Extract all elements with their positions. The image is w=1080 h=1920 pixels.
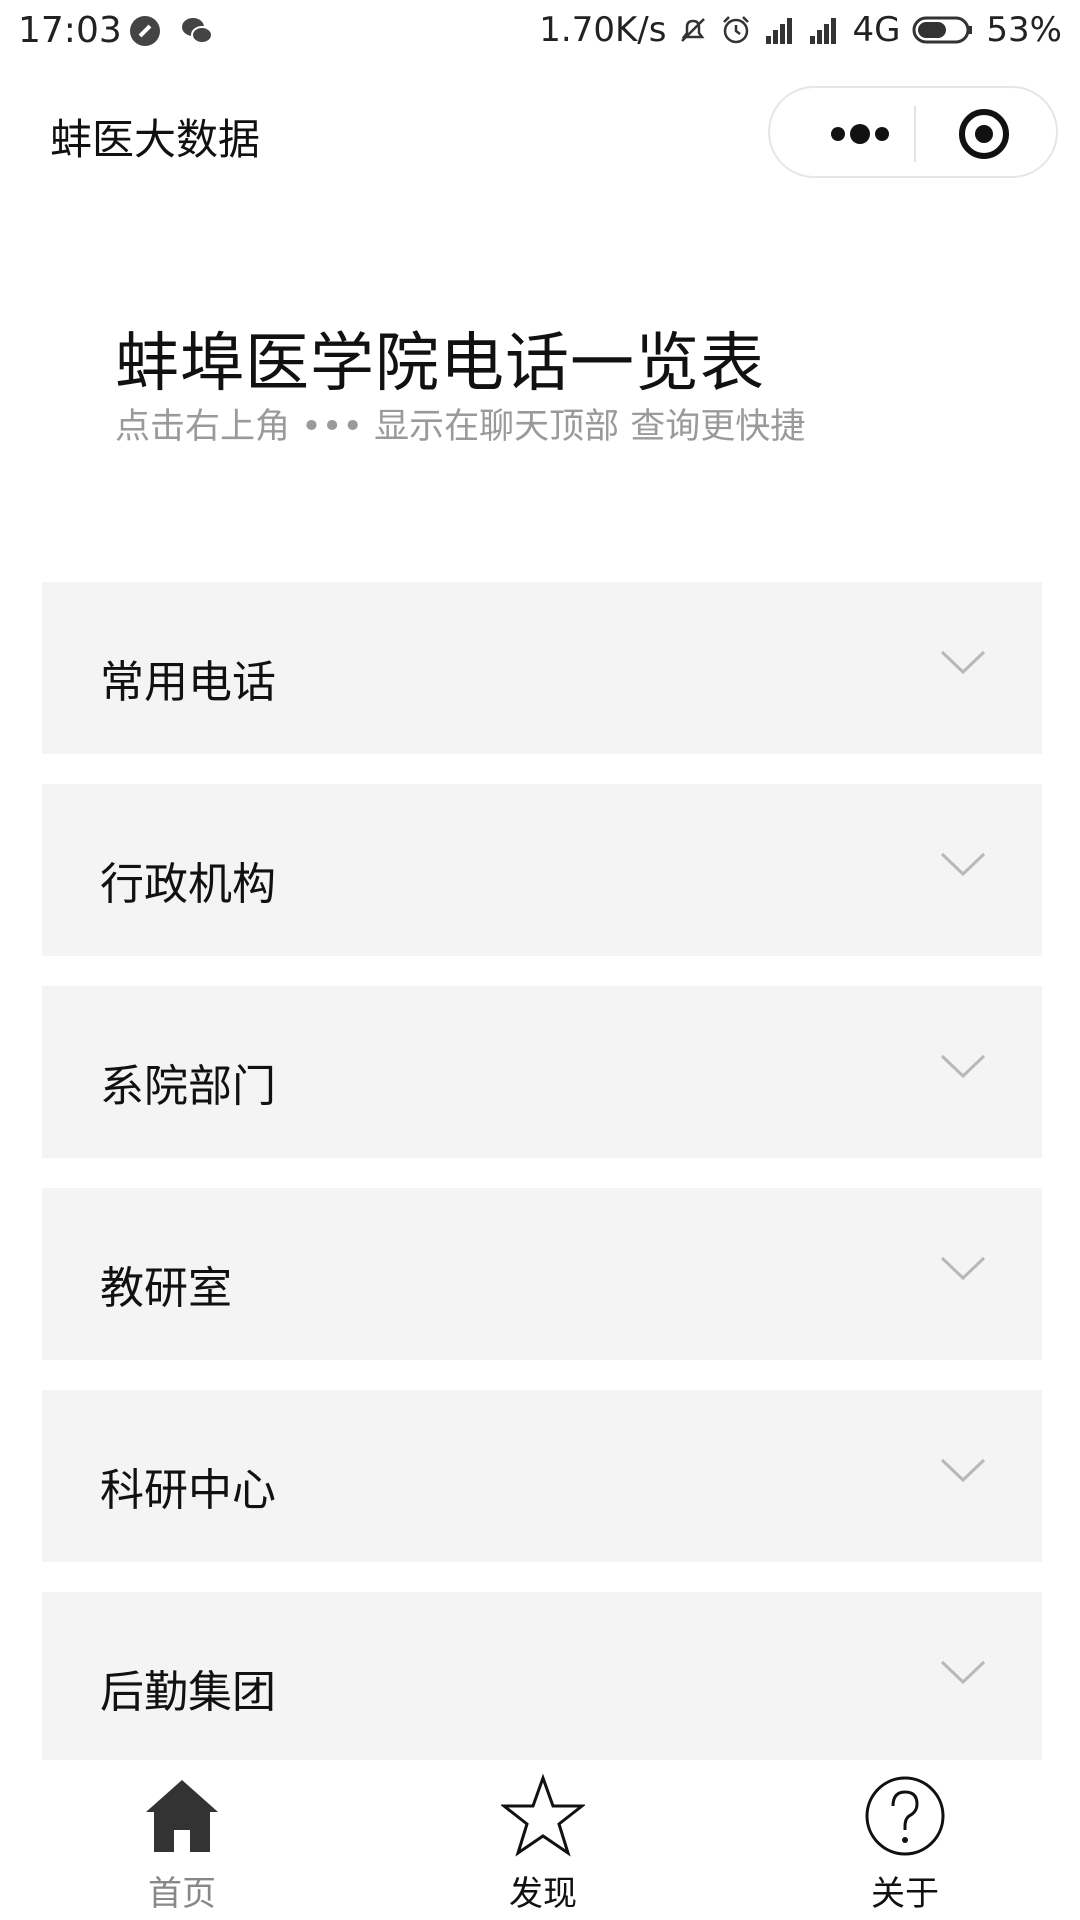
home-icon	[146, 1780, 218, 1852]
close-target-icon[interactable]	[956, 106, 1012, 162]
signal-icon	[766, 18, 793, 44]
tab-label: 首页	[148, 1874, 216, 1914]
more-dots-icon[interactable]	[810, 106, 910, 162]
capsule-divider	[914, 106, 916, 162]
network-type: 4G	[852, 10, 901, 50]
chevron-down-icon	[940, 1458, 986, 1483]
status-time: 17:03	[18, 10, 122, 51]
section-label: 系院部门	[100, 1061, 276, 1112]
section-teaching-offices[interactable]: 教研室	[42, 1188, 1042, 1360]
page-title: 蚌埠医学院电话一览表	[115, 327, 765, 401]
alarm-icon	[723, 16, 750, 44]
section-logistics-group[interactable]: 后勤集团	[42, 1592, 1042, 1764]
section-label: 行政机构	[100, 859, 276, 910]
tab-bar: 首页 发现 关于	[0, 1760, 1080, 1920]
section-administration[interactable]: 行政机构	[42, 784, 1042, 956]
menu-capsule	[768, 86, 1058, 178]
tab-label: 关于	[871, 1874, 939, 1914]
chevron-down-icon	[940, 1256, 986, 1281]
chevron-down-icon	[940, 650, 986, 675]
chevron-down-icon	[940, 1660, 986, 1685]
status-bar: 17:03 1.70K/s 4G 53%	[0, 0, 1080, 64]
signal-icon	[810, 18, 837, 44]
tab-label: 发现	[509, 1874, 577, 1914]
section-departments[interactable]: 系院部门	[42, 986, 1042, 1158]
section-label: 教研室	[100, 1263, 232, 1314]
page-subtitle: 点击右上角 ••• 显示在聊天顶部 查询更快捷	[115, 407, 806, 447]
section-research-centers[interactable]: 科研中心	[42, 1390, 1042, 1562]
section-common-phones[interactable]: 常用电话	[42, 582, 1042, 754]
tab-home[interactable]: 首页	[82, 1760, 282, 1920]
section-label: 常用电话	[100, 657, 276, 708]
tab-discover[interactable]: 发现	[443, 1760, 643, 1920]
tab-about[interactable]: 关于	[805, 1760, 1005, 1920]
network-speed: 1.70K/s	[539, 10, 667, 50]
battery-percent: 53%	[986, 10, 1062, 50]
section-label: 科研中心	[100, 1465, 276, 1516]
star-icon	[501, 1774, 585, 1857]
wechat-icon	[182, 18, 213, 44]
battery-icon	[912, 16, 973, 44]
do-not-disturb-icon	[130, 16, 160, 46]
question-icon	[865, 1776, 945, 1856]
chevron-down-icon	[940, 852, 986, 877]
section-label: 后勤集团	[100, 1667, 276, 1718]
chevron-down-icon	[940, 1054, 986, 1079]
mute-icon	[681, 18, 706, 42]
nav-title: 蚌医大数据	[50, 115, 261, 164]
